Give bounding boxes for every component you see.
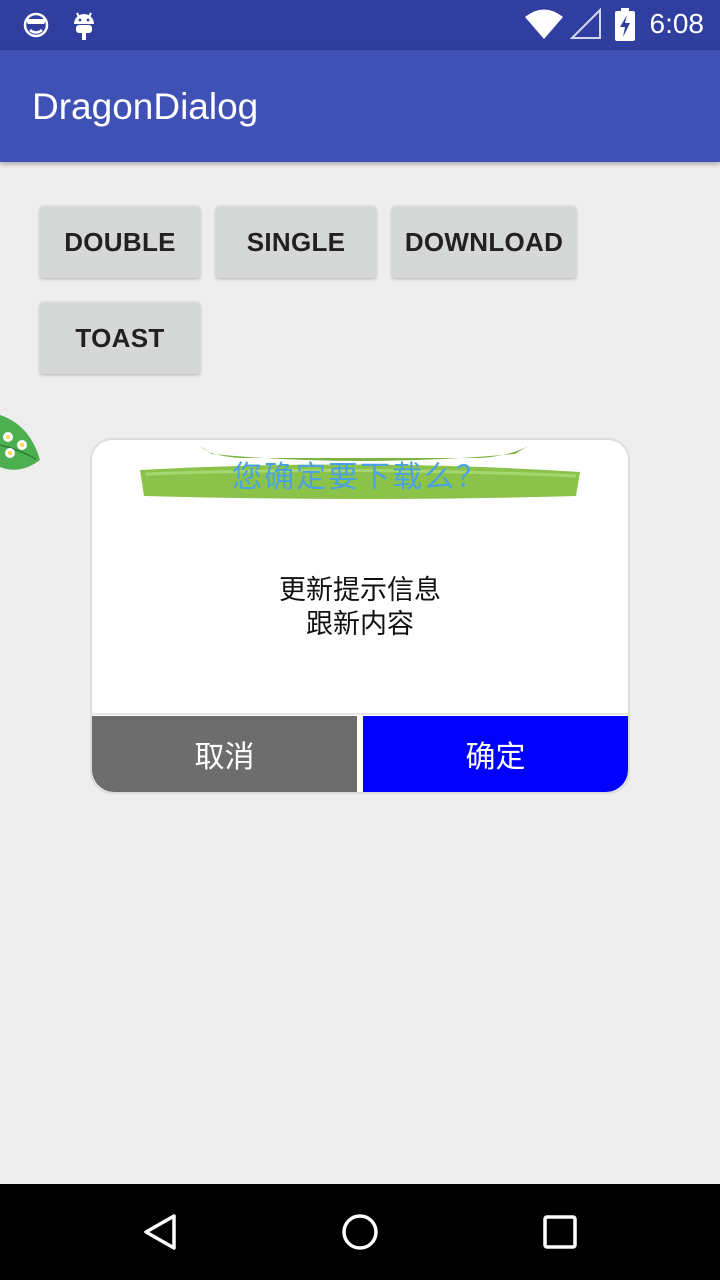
wifi-icon	[524, 8, 564, 44]
toast-button[interactable]: TOAST	[40, 302, 200, 374]
download-dialog: 您确定要下载么？ 更新提示信息 跟新内容 取消 确定	[90, 438, 630, 794]
status-time: 6:08	[649, 8, 705, 39]
dialog-message: 更新提示信息 跟新内容	[90, 574, 630, 642]
android-icon	[70, 9, 98, 45]
back-icon[interactable]	[140, 1212, 180, 1256]
confirm-button[interactable]: 确定	[363, 716, 628, 792]
dialog-divider	[90, 713, 630, 715]
battery-charging-icon	[614, 8, 636, 46]
dialog-title: 您确定要下载么？	[232, 460, 488, 495]
cell-signal-icon	[569, 7, 602, 44]
app-title: DragonDialog	[32, 86, 259, 127]
navigation-bar	[0, 1184, 720, 1280]
home-icon[interactable]	[340, 1212, 380, 1256]
leaf-flower-icon	[0, 405, 44, 489]
single-button[interactable]: SINGLE	[216, 206, 376, 278]
app-bar: DragonDialog	[0, 50, 720, 162]
dialog-message-line1: 更新提示信息	[279, 575, 441, 606]
double-button[interactable]: DOUBLE	[40, 206, 200, 278]
dialog-message-line2: 跟新内容	[306, 609, 414, 640]
status-bar: 6:08	[0, 0, 720, 50]
sunglasses-face-icon	[22, 9, 50, 43]
cancel-button[interactable]: 取消	[92, 716, 357, 792]
recents-icon[interactable]	[542, 1212, 578, 1256]
download-button[interactable]: DOWNLOAD	[392, 206, 576, 278]
